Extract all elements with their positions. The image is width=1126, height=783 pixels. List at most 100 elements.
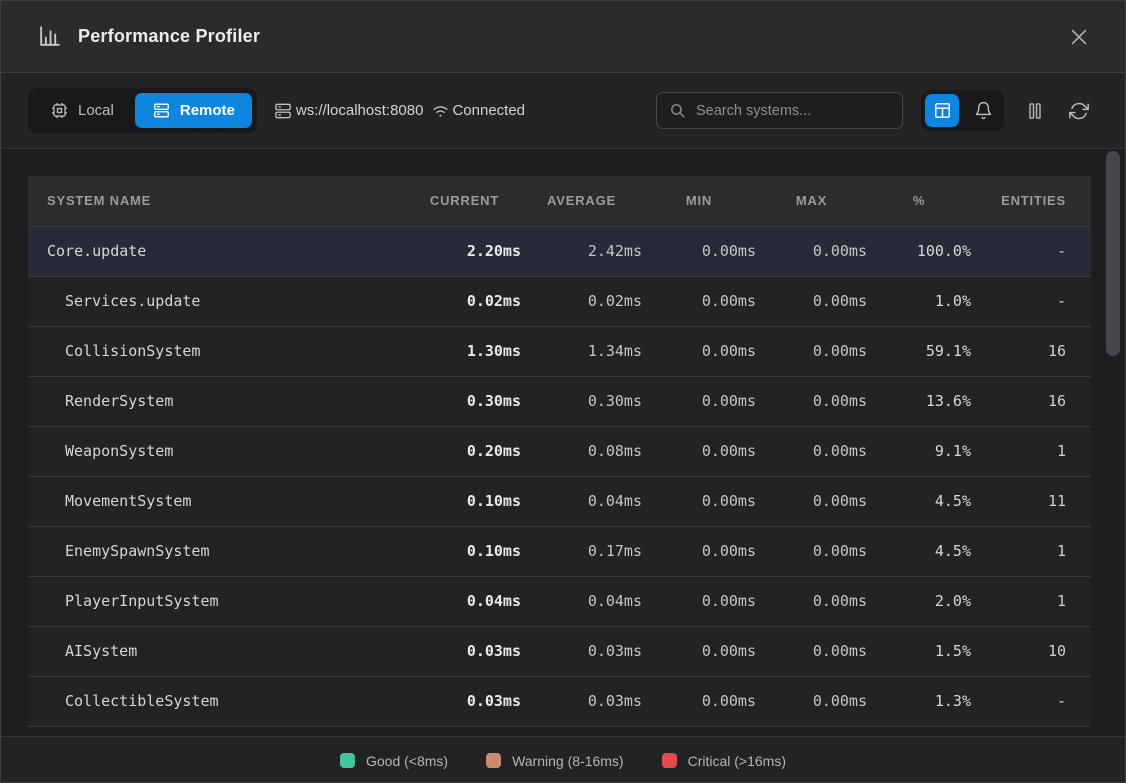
column-header-current[interactable]: CURRENT: [408, 176, 521, 226]
wifi-icon: [431, 101, 450, 120]
local-mode-label: Local: [78, 102, 114, 119]
system-name-cell: CollisionSystem: [28, 326, 408, 376]
table-row[interactable]: CollisionSystem 1.30ms 1.34ms 0.00ms 0.0…: [28, 326, 1091, 376]
title-group: Performance Profiler: [37, 24, 260, 49]
column-header-min[interactable]: MIN: [642, 176, 756, 226]
close-icon: [1068, 26, 1090, 48]
entities-cell: 1: [971, 576, 1091, 626]
min-cell: 0.00ms: [642, 626, 756, 676]
profiler-table: SYSTEM NAME CURRENT AVERAGE MIN MAX % EN…: [28, 176, 1091, 727]
table-row[interactable]: PlayerInputSystem 0.04ms 0.04ms 0.00ms 0…: [28, 576, 1091, 626]
current-cell: 0.04ms: [408, 576, 521, 626]
search-box: [656, 92, 903, 129]
percent-cell: 4.5%: [867, 526, 971, 576]
min-cell: 0.00ms: [642, 676, 756, 726]
max-cell: 0.00ms: [756, 576, 867, 626]
table-row[interactable]: Core.update 2.20ms 2.42ms 0.00ms 0.00ms …: [28, 226, 1091, 276]
alerts-button[interactable]: [966, 94, 1000, 127]
current-cell: 0.03ms: [408, 676, 521, 726]
max-cell: 0.00ms: [756, 526, 867, 576]
max-cell: 0.00ms: [756, 226, 867, 276]
max-cell: 0.00ms: [756, 276, 867, 326]
min-cell: 0.00ms: [642, 526, 756, 576]
entities-cell: 1: [971, 426, 1091, 476]
connection-info: ws://localhost:8080 Connected: [273, 101, 525, 121]
refresh-icon: [1069, 101, 1089, 121]
column-header-percent[interactable]: %: [867, 176, 971, 226]
window-header: Performance Profiler: [1, 1, 1125, 73]
average-cell: 0.03ms: [521, 676, 642, 726]
percent-cell: 13.6%: [867, 376, 971, 426]
connection-url: ws://localhost:8080: [296, 102, 424, 119]
critical-swatch: [662, 753, 677, 768]
legend-item-good: Good (<8ms): [340, 753, 448, 769]
legend-footer: Good (<8ms) Warning (8-16ms) Critical (>…: [1, 736, 1125, 783]
table-row[interactable]: RenderSystem 0.30ms 0.30ms 0.00ms 0.00ms…: [28, 376, 1091, 426]
toolbar-right: [656, 90, 1092, 131]
current-cell: 0.02ms: [408, 276, 521, 326]
view-button-group: [921, 90, 1004, 131]
table-row[interactable]: AISystem 0.03ms 0.03ms 0.00ms 0.00ms 1.5…: [28, 626, 1091, 676]
average-cell: 1.34ms: [521, 326, 642, 376]
percent-cell: 1.5%: [867, 626, 971, 676]
min-cell: 0.00ms: [642, 476, 756, 526]
remote-mode-button[interactable]: Remote: [135, 93, 252, 128]
average-cell: 2.42ms: [521, 226, 642, 276]
mode-toggle: Local Remote: [28, 88, 257, 133]
system-name-cell: AISystem: [28, 626, 408, 676]
scrollbar-thumb[interactable]: [1106, 151, 1120, 356]
table-row[interactable]: MovementSystem 0.10ms 0.04ms 0.00ms 0.00…: [28, 476, 1091, 526]
current-cell: 0.03ms: [408, 626, 521, 676]
percent-cell: 59.1%: [867, 326, 971, 376]
remote-mode-label: Remote: [180, 102, 235, 119]
bell-icon: [974, 101, 993, 120]
search-input[interactable]: [696, 103, 890, 119]
local-mode-button[interactable]: Local: [33, 93, 131, 128]
system-name-cell: EnemySpawnSystem: [28, 526, 408, 576]
column-header-max[interactable]: MAX: [756, 176, 867, 226]
percent-cell: 1.0%: [867, 276, 971, 326]
legend-label: Critical (>16ms): [688, 753, 786, 769]
min-cell: 0.00ms: [642, 226, 756, 276]
table-area: SYSTEM NAME CURRENT AVERAGE MIN MAX % EN…: [1, 149, 1125, 736]
max-cell: 0.00ms: [756, 376, 867, 426]
min-cell: 0.00ms: [642, 376, 756, 426]
table-row[interactable]: WeaponSystem 0.20ms 0.08ms 0.00ms 0.00ms…: [28, 426, 1091, 476]
search-icon: [669, 102, 686, 119]
pause-button[interactable]: [1022, 98, 1048, 124]
current-cell: 0.10ms: [408, 476, 521, 526]
legend-label: Good (<8ms): [366, 753, 448, 769]
good-swatch: [340, 753, 355, 768]
table-row[interactable]: Services.update 0.02ms 0.02ms 0.00ms 0.0…: [28, 276, 1091, 326]
min-cell: 0.00ms: [642, 426, 756, 476]
system-name-cell: WeaponSystem: [28, 426, 408, 476]
close-button[interactable]: [1065, 23, 1093, 51]
column-header-entities[interactable]: ENTITIES: [971, 176, 1091, 226]
cpu-chip-icon: [50, 101, 69, 120]
min-cell: 0.00ms: [642, 576, 756, 626]
entities-cell: 11: [971, 476, 1091, 526]
average-cell: 0.04ms: [521, 476, 642, 526]
toolbar-left: Local Remote: [28, 88, 525, 133]
system-name-cell: CollectibleSystem: [28, 676, 408, 726]
system-name-cell: RenderSystem: [28, 376, 408, 426]
current-cell: 0.20ms: [408, 426, 521, 476]
column-header-system-name[interactable]: SYSTEM NAME: [28, 176, 408, 226]
table-row[interactable]: EnemySpawnSystem 0.10ms 0.17ms 0.00ms 0.…: [28, 526, 1091, 576]
bar-chart-icon: [37, 24, 62, 49]
percent-cell: 1.3%: [867, 676, 971, 726]
min-cell: 0.00ms: [642, 326, 756, 376]
connection-status: Connected: [452, 102, 525, 119]
entities-cell: 10: [971, 626, 1091, 676]
percent-cell: 100.0%: [867, 226, 971, 276]
refresh-button[interactable]: [1066, 98, 1092, 124]
average-cell: 0.02ms: [521, 276, 642, 326]
table-header-row: SYSTEM NAME CURRENT AVERAGE MIN MAX % EN…: [28, 176, 1091, 226]
max-cell: 0.00ms: [756, 326, 867, 376]
column-header-average[interactable]: AVERAGE: [521, 176, 642, 226]
system-name-cell: Core.update: [28, 226, 408, 276]
entities-cell: 16: [971, 326, 1091, 376]
server-icon: [273, 101, 293, 121]
table-row[interactable]: CollectibleSystem 0.03ms 0.03ms 0.00ms 0…: [28, 676, 1091, 726]
table-view-button[interactable]: [925, 94, 959, 127]
